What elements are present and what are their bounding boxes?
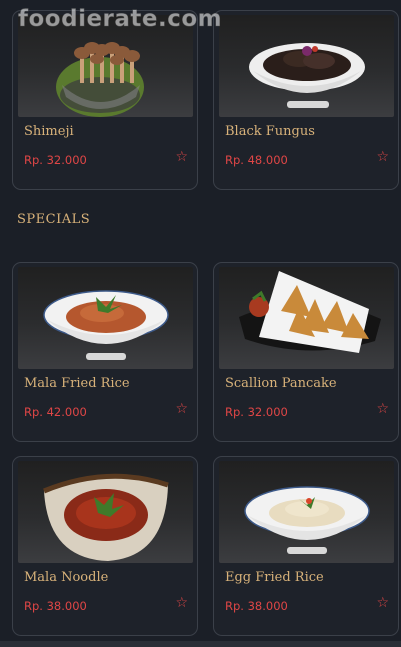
menu-card-black-fungus[interactable]: Black Fungus Rp. 48.000 ☆ bbox=[213, 10, 399, 190]
watermark: foodierate.com bbox=[18, 6, 223, 33]
item-name: Shimeji bbox=[24, 124, 74, 139]
food-photo-mala-fried-rice bbox=[18, 267, 193, 369]
star-outline-icon[interactable]: ☆ bbox=[376, 402, 389, 416]
item-price: Rp. 38.000 bbox=[225, 599, 288, 613]
star-outline-icon[interactable]: ☆ bbox=[376, 596, 389, 610]
food-photo-egg-fried-rice bbox=[219, 461, 394, 563]
star-outline-icon[interactable]: ☆ bbox=[175, 596, 188, 610]
menu-card-shimeji[interactable]: Shimeji Rp. 32.000 ☆ bbox=[12, 10, 198, 190]
star-outline-icon[interactable]: ☆ bbox=[376, 150, 389, 164]
item-name: Egg Fried Rice bbox=[225, 570, 324, 585]
item-price: Rp. 42.000 bbox=[24, 405, 87, 419]
food-photo-scallion-pancake bbox=[219, 267, 394, 369]
menu-card-mala-fried-rice[interactable]: Mala Fried Rice Rp. 42.000 ☆ bbox=[12, 262, 198, 442]
bottom-divider bbox=[0, 641, 401, 647]
item-name: Mala Noodle bbox=[24, 570, 109, 585]
item-name: Scallion Pancake bbox=[225, 376, 337, 391]
menu-card-mala-noodle[interactable]: Mala Noodle Rp. 38.000 ☆ bbox=[12, 456, 198, 636]
item-price: Rp. 38.000 bbox=[24, 599, 87, 613]
item-name: Mala Fried Rice bbox=[24, 376, 130, 391]
menu-card-scallion-pancake[interactable]: Scallion Pancake Rp. 32.000 ☆ bbox=[213, 262, 399, 442]
star-outline-icon[interactable]: ☆ bbox=[175, 402, 188, 416]
food-photo-mala-noodle bbox=[18, 461, 193, 563]
food-photo-black-fungus bbox=[219, 15, 394, 117]
item-price: Rp. 32.000 bbox=[24, 153, 87, 167]
item-price: Rp. 32.000 bbox=[225, 405, 288, 419]
item-name: Black Fungus bbox=[225, 124, 315, 139]
section-title: SPECIALS bbox=[17, 212, 91, 227]
item-price: Rp. 48.000 bbox=[225, 153, 288, 167]
menu-card-egg-fried-rice[interactable]: Egg Fried Rice Rp. 38.000 ☆ bbox=[213, 456, 399, 636]
star-outline-icon[interactable]: ☆ bbox=[175, 150, 188, 164]
